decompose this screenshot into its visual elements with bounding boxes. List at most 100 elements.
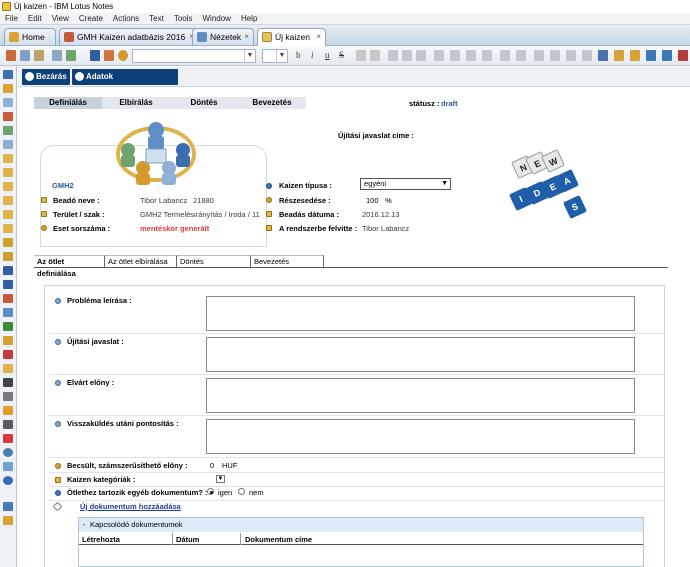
folder-icon[interactable] xyxy=(3,182,13,191)
list-icon[interactable] xyxy=(450,50,460,61)
application-icon[interactable] xyxy=(3,502,13,511)
add-document-link[interactable]: Új dokumentum hozzáadása xyxy=(80,502,181,512)
collapse-icon[interactable]: - xyxy=(173,520,176,530)
edit-data-button[interactable]: Adatok megváltoztatása xyxy=(72,69,178,97)
highlight-icon[interactable] xyxy=(614,50,624,61)
chevron-down-icon[interactable]: ▼ xyxy=(216,475,225,483)
indent-icon[interactable] xyxy=(466,50,476,61)
menu-window[interactable]: Window xyxy=(198,13,236,25)
home-icon[interactable] xyxy=(3,516,13,525)
align-center-icon[interactable] xyxy=(402,50,412,61)
application-icon[interactable] xyxy=(3,308,13,317)
text-color-icon[interactable] xyxy=(630,50,640,61)
application-icon[interactable] xyxy=(3,350,13,359)
menu-edit[interactable]: Edit xyxy=(23,13,47,25)
insert-icon[interactable] xyxy=(646,50,656,61)
folder-icon[interactable] xyxy=(3,224,13,233)
menu-file[interactable]: File xyxy=(0,13,23,25)
people-icon[interactable] xyxy=(3,238,13,247)
expand-icon[interactable] xyxy=(55,339,61,345)
save-icon[interactable] xyxy=(90,50,100,61)
tab-home[interactable]: Home xyxy=(4,28,56,45)
form-tab-implement[interactable]: Bevezetés xyxy=(238,97,306,109)
menu-help[interactable]: Help xyxy=(236,13,262,25)
benefit-value[interactable]: 0 xyxy=(210,461,214,471)
outdent-icon[interactable] xyxy=(482,50,492,61)
format-icon[interactable] xyxy=(500,50,510,61)
cut-icon[interactable] xyxy=(6,50,16,61)
category-field[interactable]: ▼ xyxy=(206,475,226,484)
format-icon[interactable] xyxy=(566,50,576,61)
application-icon[interactable] xyxy=(3,462,13,471)
collapse-icon[interactable]: - xyxy=(83,520,86,530)
form-tab-define[interactable]: Definiálás xyxy=(34,97,102,109)
column-created-by[interactable]: Létrehozta xyxy=(82,535,120,545)
expand-icon[interactable] xyxy=(55,421,61,427)
menu-create[interactable]: Create xyxy=(74,13,108,25)
column-date[interactable]: Dátum xyxy=(176,535,199,545)
tab-views[interactable]: Nézetek × xyxy=(192,28,254,45)
link-icon[interactable] xyxy=(550,50,560,61)
menu-actions[interactable]: Actions xyxy=(108,13,144,25)
form-tab-evaluate[interactable]: Elbírálás xyxy=(102,97,170,109)
database-icon[interactable] xyxy=(3,266,13,275)
menu-tools[interactable]: Tools xyxy=(169,13,198,25)
application-icon[interactable] xyxy=(3,420,13,429)
folder-icon[interactable] xyxy=(3,168,13,177)
application-icon[interactable] xyxy=(3,336,13,345)
proposal-textarea[interactable] xyxy=(206,337,635,372)
section-tab-define[interactable]: Az ötlet definiálása xyxy=(34,255,105,278)
application-icon[interactable] xyxy=(3,392,13,401)
spellcheck-icon[interactable] xyxy=(598,50,608,61)
contacts-icon[interactable] xyxy=(3,126,13,135)
database-icon[interactable] xyxy=(3,280,13,289)
align-right-icon[interactable] xyxy=(416,50,426,61)
mail-icon[interactable] xyxy=(3,98,13,107)
todo-icon[interactable] xyxy=(3,140,13,149)
close-icon[interactable] xyxy=(678,50,688,61)
font-combo[interactable]: ▼ xyxy=(132,49,256,63)
application-icon[interactable] xyxy=(3,378,13,387)
section-tab-decision[interactable]: Döntés xyxy=(177,255,251,267)
tab-database[interactable]: GMH Kaizen adatbázis 2016 × xyxy=(59,28,199,45)
application-icon[interactable] xyxy=(3,364,13,373)
share-value[interactable]: 100 xyxy=(366,196,379,206)
open-list-icon[interactable] xyxy=(3,70,13,79)
close-tab-icon[interactable]: × xyxy=(316,29,321,45)
folder-icon[interactable] xyxy=(3,154,13,163)
problem-textarea[interactable] xyxy=(206,296,635,331)
plus-icon[interactable] xyxy=(3,434,13,443)
settings-icon[interactable] xyxy=(118,50,128,61)
close-button[interactable]: Bezárás xyxy=(22,69,70,85)
strike-button[interactable]: S xyxy=(339,50,344,61)
copy-icon[interactable] xyxy=(20,50,30,61)
folder-icon[interactable] xyxy=(3,196,13,205)
justify-icon[interactable] xyxy=(434,50,444,61)
application-icon[interactable] xyxy=(3,406,13,415)
tab-new-kaizen[interactable]: Új kaizen × xyxy=(257,28,326,46)
align-left-icon[interactable] xyxy=(388,50,398,61)
column-title[interactable]: Dokumentum címe xyxy=(245,535,312,545)
format-icon[interactable] xyxy=(534,50,544,61)
menu-text[interactable]: Text xyxy=(144,13,169,25)
kaizen-type-select[interactable]: egyéni ▼ xyxy=(360,178,451,190)
underline-button[interactable]: u xyxy=(325,50,330,61)
globe-icon[interactable] xyxy=(3,448,13,457)
application-icon[interactable] xyxy=(3,322,13,331)
expand-icon[interactable] xyxy=(55,380,61,386)
table-icon[interactable] xyxy=(662,50,672,61)
print-icon[interactable] xyxy=(52,50,62,61)
home-icon[interactable] xyxy=(3,84,13,93)
bold-button[interactable]: b xyxy=(296,50,301,61)
other-doc-no-radio[interactable] xyxy=(238,488,245,495)
refresh-icon[interactable] xyxy=(104,50,114,61)
close-tab-icon[interactable]: × xyxy=(244,29,249,45)
menu-view[interactable]: View xyxy=(47,13,74,25)
folder-icon[interactable] xyxy=(3,210,13,219)
globe-icon[interactable] xyxy=(3,476,13,485)
clarification-textarea[interactable] xyxy=(206,419,635,454)
section-tab-evaluate[interactable]: Az ötlet elbírálása xyxy=(105,255,177,267)
linked-docs-header[interactable]: - Kapcsolódó dokumentumok - xyxy=(79,518,643,532)
application-icon[interactable] xyxy=(3,294,13,303)
section-tab-implement[interactable]: Bevezetés xyxy=(251,255,324,267)
